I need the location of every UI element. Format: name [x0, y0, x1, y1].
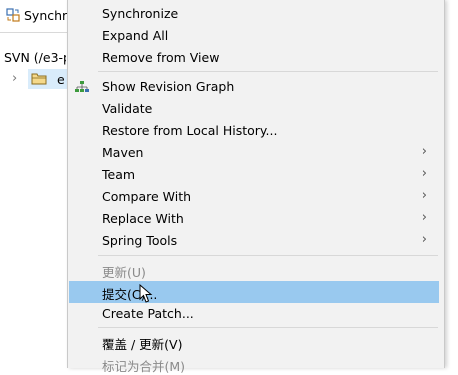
menu-item-restore-from-local-history[interactable]: Restore from Local History...: [69, 120, 439, 142]
chevron-right-icon[interactable]: ›: [12, 71, 17, 86]
menu-item-mark-as-merged[interactable]: 标记为合并(M): [69, 353, 439, 375]
mouse-cursor-icon: [139, 284, 153, 303]
menu-item-commit[interactable]: 提交(C)...: [69, 281, 439, 303]
menu-separator: [98, 255, 438, 256]
menu-item-maven[interactable]: Maven ›: [69, 142, 439, 164]
menu-item-label: 标记为合并(M): [102, 359, 186, 374]
menu-item-label: Expand All: [102, 28, 169, 43]
menu-separator: [98, 71, 438, 72]
menu-item-label: 覆盖 / 更新(V): [102, 337, 183, 352]
menu-item-validate[interactable]: Validate: [69, 98, 439, 120]
chevron-right-icon: ›: [421, 210, 427, 225]
menu-separator: [98, 327, 438, 328]
chevron-right-icon: ›: [421, 166, 427, 181]
menu-item-label: Show Revision Graph: [102, 79, 235, 94]
menu-item-synchronize[interactable]: Synchronize: [69, 3, 439, 25]
tree-row[interactable]: › e: [0, 69, 68, 89]
context-menu: Synchronize Expand All Remove from View …: [67, 0, 445, 374]
menu-item-label: Synchronize: [102, 6, 179, 21]
menu-item-compare-with[interactable]: Compare With ›: [69, 186, 439, 208]
svn-location-label: SVN (/e3-p: [4, 50, 66, 65]
chevron-right-icon: ›: [421, 144, 427, 159]
menu-item-label: 更新(U): [102, 265, 146, 280]
menu-item-spring-tools[interactable]: Spring Tools ›: [69, 230, 439, 252]
menu-item-label: Spring Tools: [102, 233, 178, 248]
menu-item-update[interactable]: 更新(U): [69, 259, 439, 281]
synchronize-icon: [6, 8, 20, 22]
menu-item-expand-all[interactable]: Expand All: [69, 25, 439, 47]
menu-item-label: Validate: [102, 101, 153, 116]
menu-item-label: Replace With: [102, 211, 184, 226]
menu-item-label: Team: [102, 167, 136, 182]
folder-icon: [31, 73, 47, 85]
menu-item-team[interactable]: Team ›: [69, 164, 439, 186]
tree-item-label: e: [57, 72, 65, 87]
menu-item-create-patch[interactable]: Create Patch...: [69, 303, 439, 325]
menu-item-override-update[interactable]: 覆盖 / 更新(V): [69, 331, 439, 353]
view-edge: [445, 0, 458, 368]
menu-item-remove-from-view[interactable]: Remove from View: [69, 47, 439, 69]
chevron-right-icon: ›: [421, 188, 427, 203]
menu-item-label: Compare With: [102, 189, 192, 204]
menu-item-label: Remove from View: [102, 50, 220, 65]
chevron-right-icon: ›: [421, 232, 427, 247]
revision-graph-icon: [75, 81, 89, 92]
menu-item-label: Restore from Local History...: [102, 123, 278, 138]
menu-item-replace-with[interactable]: Replace With ›: [69, 208, 439, 230]
menu-item-label: Create Patch...: [102, 306, 194, 321]
menu-item-show-revision-graph[interactable]: Show Revision Graph: [69, 76, 439, 98]
menu-item-label: Maven: [102, 145, 144, 160]
